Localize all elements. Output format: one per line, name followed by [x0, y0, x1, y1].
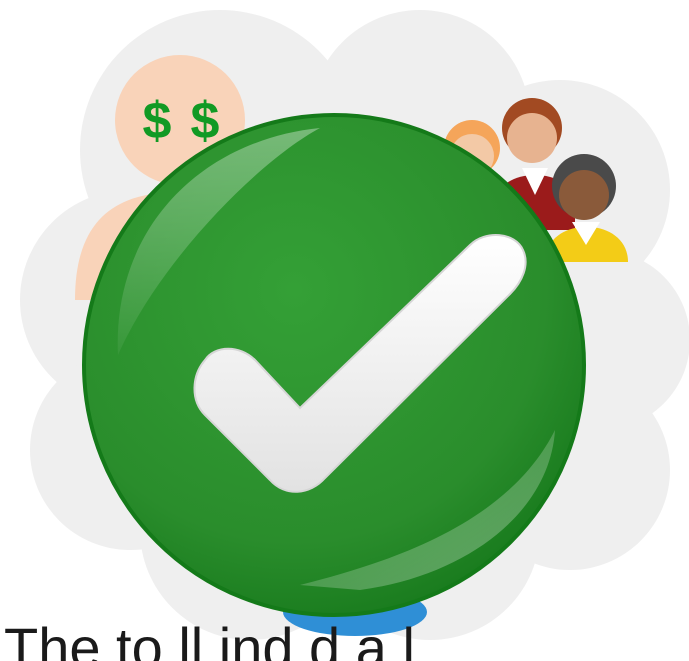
caption-text: The to ll ind d a l: [4, 618, 415, 661]
illustration: $ $: [20, 10, 689, 640]
dollar-sign-left: $: [143, 92, 172, 150]
check-circle-icon: [82, 113, 586, 617]
image-canvas: $ $ The to ll ind d a l: [0, 0, 689, 661]
dollar-sign-right: $: [191, 92, 220, 150]
